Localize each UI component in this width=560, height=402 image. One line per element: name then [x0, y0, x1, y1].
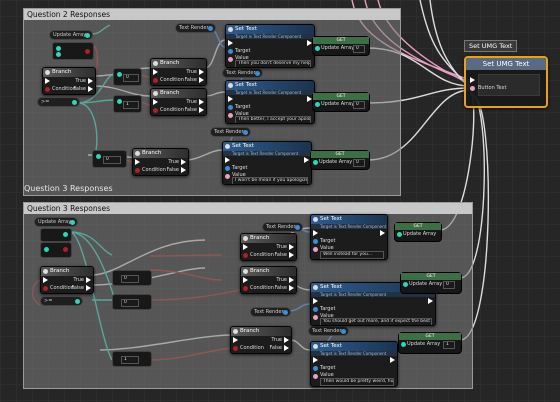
- branch-node-q2-2[interactable]: Branch True Condition False: [150, 58, 207, 86]
- compare-node[interactable]: 0: [92, 150, 127, 168]
- input-pin[interactable]: [56, 52, 61, 57]
- compare-node[interactable]: [40, 228, 72, 242]
- branch-node-q2-3[interactable]: Branch True Condition False: [150, 88, 207, 116]
- text-render-getter[interactable]: Text Render: [308, 326, 349, 336]
- input-pin[interactable]: [117, 72, 122, 77]
- array-get-node-q3-3[interactable]: GET Update Array 1: [398, 332, 462, 354]
- compare-node[interactable]: [52, 42, 94, 60]
- compare-node[interactable]: 1: [112, 351, 152, 367]
- update-array-getter[interactable]: Update Array: [34, 217, 79, 227]
- set-text-node-q3-1[interactable]: Set Text Target is Text Render Component…: [310, 214, 388, 260]
- branch-node-q3-1[interactable]: Branch True Condition False: [40, 266, 94, 294]
- branch-node-q2-1[interactable]: Branch True Condition False: [42, 67, 96, 95]
- output-pin[interactable]: [85, 32, 91, 38]
- value-field[interactable]: Then better, I accept your apology.: [235, 116, 311, 123]
- set-text-node-q3-3[interactable]: Set Text Target is Text Render Component…: [310, 341, 398, 387]
- branch-node-q3-2[interactable]: Branch True Condition False: [240, 233, 297, 261]
- comment-header-q2[interactable]: Question 2 Responses: [24, 9, 400, 20]
- index-getter[interactable]: >=: [37, 97, 80, 107]
- text-render-getter[interactable]: Text Render: [250, 307, 291, 317]
- set-text-node-q2-3[interactable]: Set Text Target is Text Render Component…: [222, 141, 312, 185]
- value-field[interactable]: You should get out more, and if expect t…: [320, 318, 432, 325]
- output-pin[interactable]: [85, 49, 90, 54]
- blueprint-graph-canvas[interactable]: Question 2 Responses Question 3 Response…: [0, 0, 560, 402]
- input-pin[interactable]: [117, 99, 122, 104]
- compare-node[interactable]: 1: [113, 95, 142, 113]
- compare-node[interactable]: 0: [112, 270, 152, 286]
- branch-node-q2-4[interactable]: Branch True Condition False: [132, 148, 189, 176]
- branch-node-q3-4[interactable]: Branch True Condition False: [230, 326, 292, 354]
- compare-node[interactable]: 0: [112, 294, 152, 310]
- text-render-getter[interactable]: Text Render: [262, 222, 303, 232]
- value-field[interactable]: Well instead for you...: [320, 251, 384, 259]
- array-get-node-q3-2[interactable]: GET Update Array 0: [400, 272, 462, 294]
- array-get-node-q2-3[interactable]: GET Update Array 0: [310, 150, 370, 170]
- comment-header-q3[interactable]: Question 3 Responses: [24, 203, 472, 214]
- array-get-node-q3-1[interactable]: GET Update Array: [394, 222, 442, 242]
- value-field[interactable]: Then would be pretty weird, huh?: [320, 378, 394, 386]
- branch-node-q3-3[interactable]: Branch True Condition False: [240, 266, 297, 294]
- set-umg-tooltip: Set UMG Text: [464, 40, 518, 52]
- set-text-node-q2-1[interactable]: Set Text Target is Text Render Component…: [225, 24, 315, 68]
- set-text-node-q2-2[interactable]: Set Text Target is Text Render Component…: [225, 80, 315, 124]
- text-render-getter[interactable]: Text Render: [175, 23, 216, 33]
- comment-bubble-q3: Question 3 Responses: [24, 184, 113, 193]
- value-field[interactable]: Then you don't deserve my help!: [235, 60, 311, 67]
- compare-value[interactable]: 1: [123, 101, 139, 109]
- getter-label: Update Array: [53, 32, 87, 38]
- text-render-getter[interactable]: Text Render: [222, 68, 263, 78]
- compare-node[interactable]: 0: [113, 68, 142, 86]
- compare-node[interactable]: [40, 242, 72, 258]
- array-get-node-q2-1[interactable]: GET Update Array 0: [312, 36, 370, 56]
- value-field[interactable]: I won't be mean if you apologize.: [232, 177, 308, 184]
- set-umg-text-node[interactable]: Set UMG Text Button Text: [464, 56, 548, 108]
- array-get-node-q2-2[interactable]: GET Update Array 0: [312, 92, 370, 112]
- text-render-getter[interactable]: Text Render: [210, 127, 251, 137]
- output-pin[interactable]: [72, 99, 77, 105]
- index-getter[interactable]: >=: [40, 296, 83, 306]
- input-pin[interactable]: [56, 46, 61, 51]
- update-array-getter[interactable]: Update Array: [49, 30, 94, 40]
- compare-value[interactable]: 0: [123, 74, 139, 82]
